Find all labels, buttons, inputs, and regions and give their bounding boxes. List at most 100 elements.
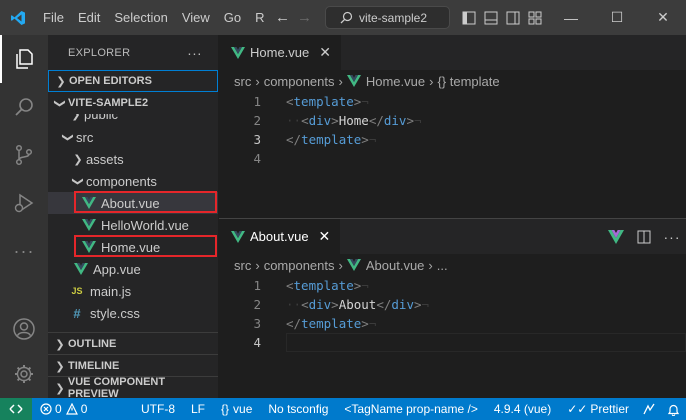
- vue-preview-section[interactable]: ❯ VUE COMPONENT PREVIEW: [48, 376, 218, 398]
- line-number: 4: [253, 335, 261, 350]
- breadcrumb-item[interactable]: ...: [437, 258, 448, 273]
- layout-controls: [458, 0, 546, 35]
- breadcrumb-item[interactable]: Home.vue: [366, 74, 425, 89]
- tree-item-label: main.js: [90, 283, 132, 299]
- chevron-down-icon: ❯: [61, 132, 74, 142]
- feedback-icon[interactable]: [637, 402, 661, 416]
- menu-file[interactable]: File: [36, 0, 71, 35]
- customize-layout-icon[interactable]: [524, 0, 546, 35]
- breadcrumb-item[interactable]: components: [264, 74, 335, 89]
- vue-file-icon: [231, 230, 245, 243]
- language-status[interactable]: {} vue: [213, 402, 260, 416]
- encoding-status[interactable]: UTF-8: [133, 402, 183, 416]
- menu-view[interactable]: View: [175, 0, 217, 35]
- breadcrumb-item[interactable]: {} template: [437, 74, 499, 89]
- code-editor-bottom[interactable]: 1 <template>¬ 2 ··<div>About</div>¬ 3 </…: [219, 276, 686, 352]
- vue-file-icon: [346, 259, 361, 271]
- code-line: 1 <template>¬: [219, 92, 686, 111]
- chevron-right-icon: ›: [338, 257, 343, 273]
- line-number: 3: [253, 132, 261, 147]
- explorer-more-actions-icon[interactable]: ···: [187, 45, 202, 61]
- chevron-down-icon: ❯: [53, 98, 66, 108]
- manage-gear-icon[interactable]: [0, 350, 48, 398]
- open-editors-section[interactable]: ❯ OPEN EDITORS: [48, 70, 218, 92]
- source-control-icon[interactable]: [0, 131, 48, 179]
- forward-arrow-icon[interactable]: →: [294, 9, 316, 26]
- project-label: VITE-SAMPLE2: [68, 97, 149, 109]
- breadcrumb-item[interactable]: About.vue: [366, 258, 425, 273]
- chevron-right-icon: ›: [428, 257, 433, 273]
- breadcrumb-item[interactable]: src: [234, 74, 251, 89]
- minimize-icon[interactable]: —: [548, 0, 594, 35]
- version-status[interactable]: 4.9.4 (vue): [486, 402, 559, 416]
- vue-file-icon: [231, 46, 245, 59]
- chevron-right-icon: ❯: [55, 338, 65, 351]
- tree-item-helloworld-vue[interactable]: HelloWorld.vue: [48, 214, 218, 236]
- line-number: 4: [253, 151, 261, 166]
- code-text: <template>¬: [286, 278, 369, 293]
- code-editor-top[interactable]: 1 <template>¬ 2 ··<div>Home</div>¬ 3 </t…: [219, 92, 686, 168]
- maximize-icon[interactable]: ☐: [594, 0, 640, 35]
- run-debug-icon[interactable]: [0, 179, 48, 227]
- split-editor-icon[interactable]: [630, 230, 658, 244]
- toggle-panel-icon[interactable]: [480, 0, 502, 35]
- outline-section[interactable]: ❯ OUTLINE: [48, 332, 218, 355]
- tree-item-style-css[interactable]: # style.css: [48, 302, 218, 324]
- tree-item-assets[interactable]: ❯ assets: [48, 148, 218, 170]
- more-views-icon[interactable]: ···: [0, 227, 48, 275]
- vue-preview-icon[interactable]: [602, 229, 630, 244]
- tree-item-label: App.vue: [93, 261, 141, 277]
- code-text: ··<div>About</div>¬: [286, 297, 430, 312]
- back-arrow-icon[interactable]: ←: [272, 9, 294, 26]
- chevron-right-icon: ›: [255, 257, 260, 273]
- tree-item-main-js[interactable]: JS main.js: [48, 280, 218, 302]
- tab-about-vue[interactable]: About.vue ✕: [219, 219, 341, 254]
- chevron-right-icon: ❯: [71, 114, 81, 121]
- more-actions-icon[interactable]: ···: [658, 229, 686, 245]
- eol-status[interactable]: LF: [183, 402, 213, 416]
- tagname-status[interactable]: <TagName prop-name />: [336, 402, 485, 416]
- tree-item-public[interactable]: ❯ public: [48, 114, 118, 125]
- problems-status[interactable]: 0 0: [32, 402, 95, 416]
- tree-item-src[interactable]: ❯ src: [48, 126, 218, 148]
- tree-item-app-vue[interactable]: App.vue: [48, 258, 218, 280]
- menu-selection[interactable]: Selection: [107, 0, 174, 35]
- vue-file-icon: [346, 75, 361, 87]
- menu-go[interactable]: Go: [217, 0, 248, 35]
- line-number: 1: [253, 94, 261, 109]
- vue-file-icon: [82, 219, 96, 231]
- chevron-down-icon: ❯: [71, 176, 84, 186]
- tsconfig-status[interactable]: No tsconfig: [260, 402, 336, 416]
- breadcrumb-item[interactable]: src: [234, 258, 251, 273]
- tree-item-label: assets: [86, 151, 124, 167]
- close-window-icon[interactable]: ✕: [640, 0, 686, 35]
- code-line: 3 </template>¬: [219, 130, 686, 149]
- timeline-section[interactable]: ❯ TIMELINE: [48, 354, 218, 377]
- tree-item-components[interactable]: ❯ components: [48, 170, 218, 192]
- window-controls: — ☐ ✕: [548, 0, 686, 35]
- search-activity-icon[interactable]: [0, 83, 48, 131]
- toggle-sidebar-icon[interactable]: [458, 0, 480, 35]
- prettier-status[interactable]: ✓✓ Prettier: [559, 402, 637, 416]
- close-tab-icon[interactable]: ✕: [319, 44, 331, 61]
- menu-run[interactable]: R: [248, 0, 271, 35]
- toggle-secondary-sidebar-icon[interactable]: [502, 0, 524, 35]
- explorer-icon[interactable]: [0, 35, 48, 83]
- tree-item-label: public: [84, 114, 118, 122]
- project-section[interactable]: ❯ VITE-SAMPLE2: [48, 92, 218, 114]
- menu-edit[interactable]: Edit: [71, 0, 107, 35]
- accounts-icon[interactable]: [0, 305, 48, 353]
- open-editors-label: OPEN EDITORS: [69, 75, 152, 87]
- remote-indicator-icon[interactable]: [0, 398, 32, 420]
- code-line: 3 </template>¬: [219, 314, 686, 333]
- vscode-logo-icon: [0, 0, 36, 35]
- notifications-bell-icon[interactable]: [661, 403, 686, 416]
- tab-label: About.vue: [250, 229, 309, 244]
- line-number: 2: [253, 297, 261, 312]
- breadcrumb-item[interactable]: components: [264, 258, 335, 273]
- close-tab-icon[interactable]: ✕: [319, 228, 331, 245]
- explorer-title: EXPLORER: [68, 46, 131, 59]
- tab-home-vue[interactable]: Home.vue ✕: [219, 35, 341, 70]
- tab-bar-bottom: About.vue ✕ ···: [219, 219, 686, 254]
- command-center-search[interactable]: vite-sample2: [325, 6, 450, 29]
